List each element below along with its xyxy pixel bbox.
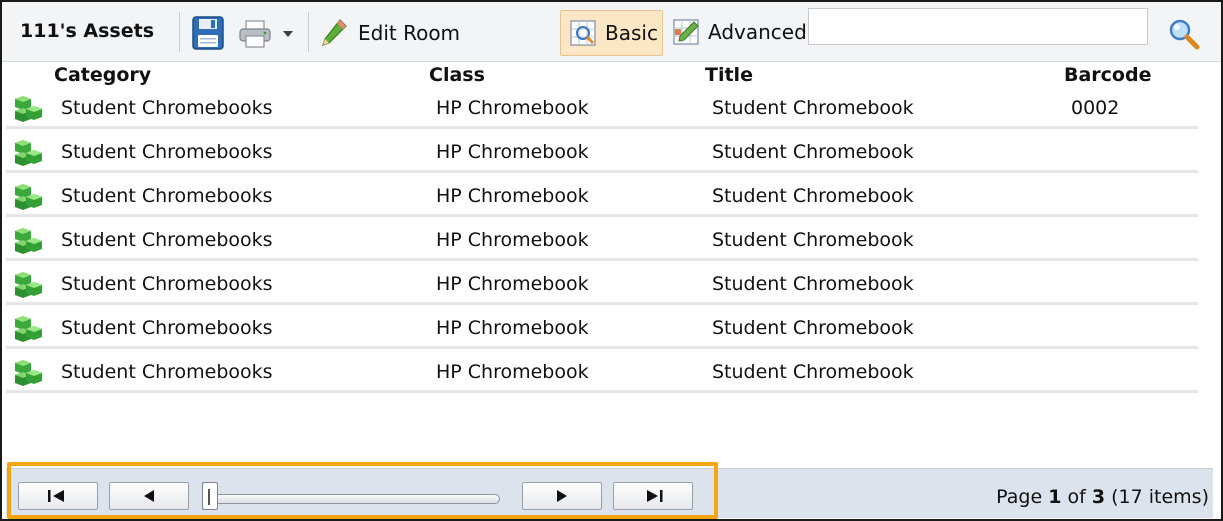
class-cell: HP Chromebook [436, 185, 589, 207]
table-row[interactable]: Student Chromebooks HP Chromebook Student … [6, 307, 1198, 349]
assets-window: 111's Assets Edit Room Basic Advanced Ca… [0, 0, 1223, 521]
page-info: Page 1 of 3 (17 items) [996, 486, 1209, 508]
edit-room-button[interactable]: Edit Room [320, 18, 460, 48]
pager-highlight-outline [7, 462, 718, 519]
toolbar: 111's Assets Edit Room Basic Advanced [2, 2, 1221, 62]
advanced-view-label: Advanced [708, 20, 807, 44]
current-page: 1 [1048, 486, 1062, 508]
page-title: 111's Assets [20, 20, 155, 42]
printer-icon [239, 20, 271, 48]
barcode-cell: 0002 [1071, 97, 1120, 119]
basic-view-button[interactable]: Basic [560, 10, 663, 56]
title-cell: Student Chromebook [712, 229, 914, 251]
page-of: of [1067, 486, 1086, 508]
column-header-class[interactable]: Class [429, 64, 485, 86]
table-row[interactable]: Student Chromebooks HP Chromebook Student … [6, 175, 1198, 217]
class-cell: HP Chromebook [436, 273, 589, 295]
asset-group-icon [15, 96, 42, 122]
basic-view-label: Basic [605, 21, 658, 45]
title-cell: Student Chromebook [712, 185, 914, 207]
class-cell: HP Chromebook [436, 361, 589, 383]
asset-group-icon [15, 316, 42, 342]
category-cell: Student Chromebooks [61, 273, 273, 295]
table-row[interactable]: Student Chromebooks HP Chromebook Student … [6, 87, 1198, 129]
title-cell: Student Chromebook [712, 317, 914, 339]
table-row[interactable]: Student Chromebooks HP Chromebook Student … [6, 263, 1198, 305]
table-row[interactable]: Student Chromebooks HP Chromebook Student … [6, 131, 1198, 173]
item-count: (17 items) [1111, 486, 1209, 508]
total-pages: 3 [1091, 486, 1106, 508]
edit-room-label: Edit Room [358, 21, 461, 45]
column-header-barcode[interactable]: Barcode [1064, 64, 1151, 86]
search-icon [1169, 19, 1200, 50]
search-button[interactable] [1168, 18, 1200, 50]
page-prefix: Page [996, 486, 1043, 508]
title-cell: Student Chromebook [712, 97, 914, 119]
print-button[interactable] [238, 20, 294, 48]
search-input[interactable] [808, 8, 1148, 45]
title-cell: Student Chromebook [712, 361, 914, 383]
pencil-icon [322, 19, 347, 46]
class-cell: HP Chromebook [436, 141, 589, 163]
table-row[interactable]: Student Chromebooks HP Chromebook Student … [6, 351, 1198, 393]
category-cell: Student Chromebooks [61, 361, 273, 383]
toolbar-divider [308, 12, 309, 52]
column-header-title[interactable]: Title [705, 64, 753, 86]
advanced-view-button[interactable]: Advanced [672, 18, 807, 46]
basic-view-icon [570, 20, 596, 46]
category-cell: Student Chromebooks [61, 229, 273, 251]
asset-group-icon [15, 272, 42, 298]
asset-group-icon [15, 360, 42, 386]
toolbar-divider [179, 12, 180, 52]
asset-group-icon [15, 140, 42, 166]
category-cell: Student Chromebooks [61, 97, 273, 119]
category-cell: Student Chromebooks [61, 317, 273, 339]
asset-group-icon [15, 228, 42, 254]
save-button[interactable] [192, 16, 224, 50]
column-header-category[interactable]: Category [54, 64, 151, 86]
chevron-down-icon[interactable] [282, 29, 294, 39]
category-cell: Student Chromebooks [61, 185, 273, 207]
class-cell: HP Chromebook [436, 229, 589, 251]
title-cell: Student Chromebook [712, 273, 914, 295]
title-cell: Student Chromebook [712, 141, 914, 163]
class-cell: HP Chromebook [436, 97, 589, 119]
asset-group-icon [15, 184, 42, 210]
floppy-disk-icon [192, 16, 224, 50]
advanced-view-icon [673, 19, 699, 45]
table-row[interactable]: Student Chromebooks HP Chromebook Student … [6, 219, 1198, 261]
class-cell: HP Chromebook [436, 317, 589, 339]
category-cell: Student Chromebooks [61, 141, 273, 163]
